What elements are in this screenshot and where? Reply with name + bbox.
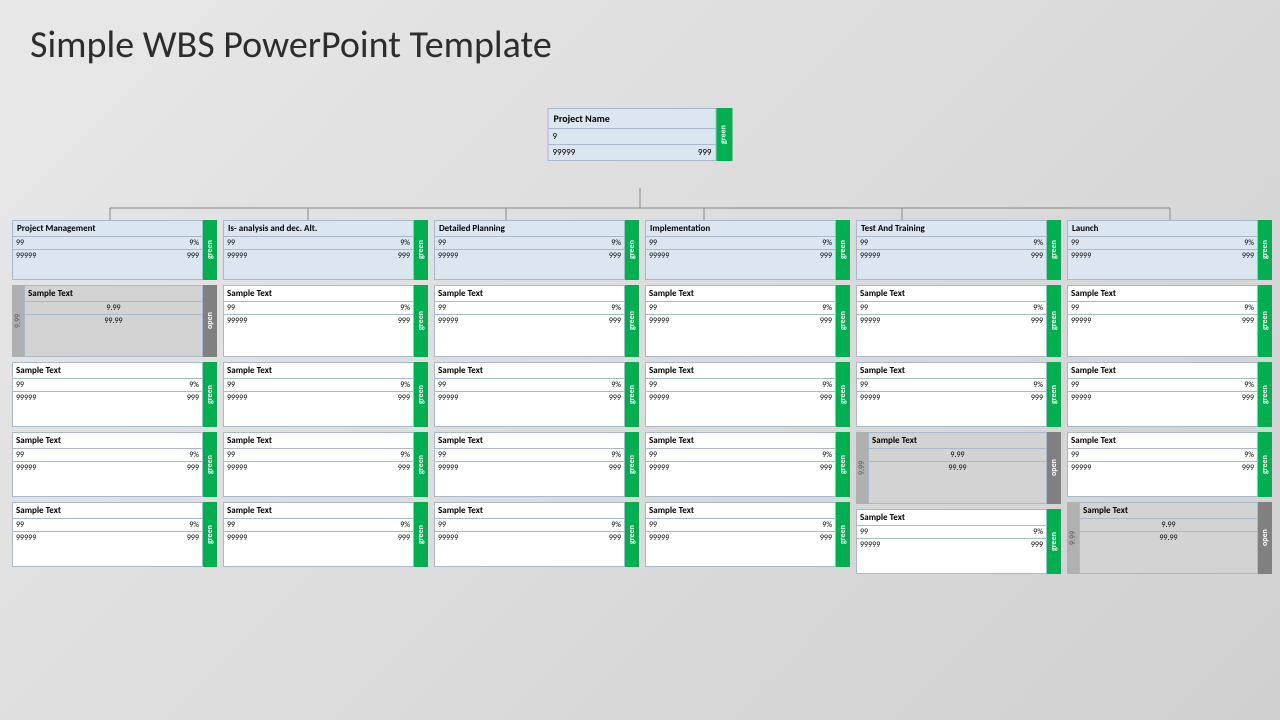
l1-header-0: Project Management [13,221,202,237]
l2-row1-0-2: 999% [13,449,202,462]
col-1: Is- analysis and dec. Alt. 999% 99999999… [223,220,428,574]
l1-content-1: Is- analysis and dec. Alt. 999% 99999999 [223,220,414,280]
l2-row2-0-3: 99999999 [13,532,202,544]
root-header: Project Name [549,109,716,129]
l1-node-4: Test And Training 999% 99999999 green [856,220,1061,280]
l2-sidebar-0-1: green [203,362,217,427]
l2-header-0-1: Sample Text [13,363,202,379]
root-r1-left: 9 [553,131,558,142]
l2-content-0-0: Sample Text 9.99 99.99 [24,285,203,357]
col-2: Detailed Planning 999% 99999999 green Sa… [434,220,639,574]
l1-sidebar-0: green [203,220,217,280]
l1-row1-0: 999% [13,237,202,250]
root-row2: 99999 999 [549,145,716,160]
l2-node-1-2: Sample Text 999% 99999999 green [223,432,428,497]
l2-row2-0-2: 99999999 [13,462,202,474]
root-row1: 9 [549,129,716,145]
l1-node-2: Detailed Planning 999% 99999999 green [434,220,639,280]
l2-row2-0-0: 9.99 [25,302,202,315]
l2-node-0-2: Sample Text 999% 99999999 green [12,432,217,497]
l1-node-3: Implementation 999% 99999999 green [645,220,850,280]
l2-row1-0-3: 999% [13,519,202,532]
l2-content-0-2: Sample Text 999% 99999999 [12,432,203,497]
l1-row2-1: 99999999 [224,250,413,262]
l2-header-0-3: Sample Text [13,503,202,519]
root-r2-right: 999 [698,147,712,158]
l2-row3-0-0: 99.99 [25,315,202,327]
l2-node-0-3: Sample Text 999% 99999999 green [12,502,217,567]
root-content: Project Name 9 99999 999 [548,108,717,161]
l2-vnum-0-0: 9.99 [12,285,24,357]
l1-content-0: Project Management 999% 99999999 [12,220,203,280]
page-title: Simple WBS PowerPoint Template [0,0,1280,78]
l1-node-5: Launch 999% 99999999 green [1067,220,1272,280]
l2-node-0-0: 9.99 Sample Text 9.99 99.99 open [12,285,217,357]
col-5: Launch 999% 99999999 green Sample Text 9… [1067,220,1272,574]
l2-content-0-1: Sample Text 999% 99999999 [12,362,203,427]
l2-node-1-3: Sample Text 999% 99999999 green [223,502,428,567]
l2-header-0-0: Sample Text [25,286,202,302]
col-0: Project Management 999% 99999999 green 9… [12,220,217,574]
l2-node-0-1: Sample Text 999% 99999999 green [12,362,217,427]
l1-row2-0: 99999999 [13,250,202,262]
l1-header-1: Is- analysis and dec. Alt. [224,221,413,237]
l1-node-0: Project Management 999% 99999999 green [12,220,217,280]
l2-sidebar-0-2: green [203,432,217,497]
l2-row2-0-1: 99999999 [13,392,202,404]
root-r2-left: 99999 [553,147,576,158]
l2-row1-0-1: 999% [13,379,202,392]
root-node: Project Name 9 99999 999 green [548,108,733,161]
l2-header-0-2: Sample Text [13,433,202,449]
l1-row1-1: 999% [224,237,413,250]
l2-node-1-1: Sample Text 999% 99999999 green [223,362,428,427]
l2-sidebar-0-3: green [203,502,217,567]
col-3: Implementation 999% 99999999 green Sampl… [645,220,850,574]
l2-content-0-3: Sample Text 999% 99999999 [12,502,203,567]
col-4: Test And Training 999% 99999999 green Sa… [856,220,1061,574]
l1-sidebar-1: green [414,220,428,280]
level1-row: Project Management 999% 99999999 green 9… [12,220,1272,574]
l1-node-1: Is- analysis and dec. Alt. 999% 99999999… [223,220,428,280]
l2-sidebar-0-0: open [203,285,217,357]
l2-node-1-0: Sample Text 999% 99999999 green [223,285,428,357]
wbs-container: Project Name 9 99999 999 green Project M… [0,100,1280,720]
root-sidebar: green [717,108,733,161]
